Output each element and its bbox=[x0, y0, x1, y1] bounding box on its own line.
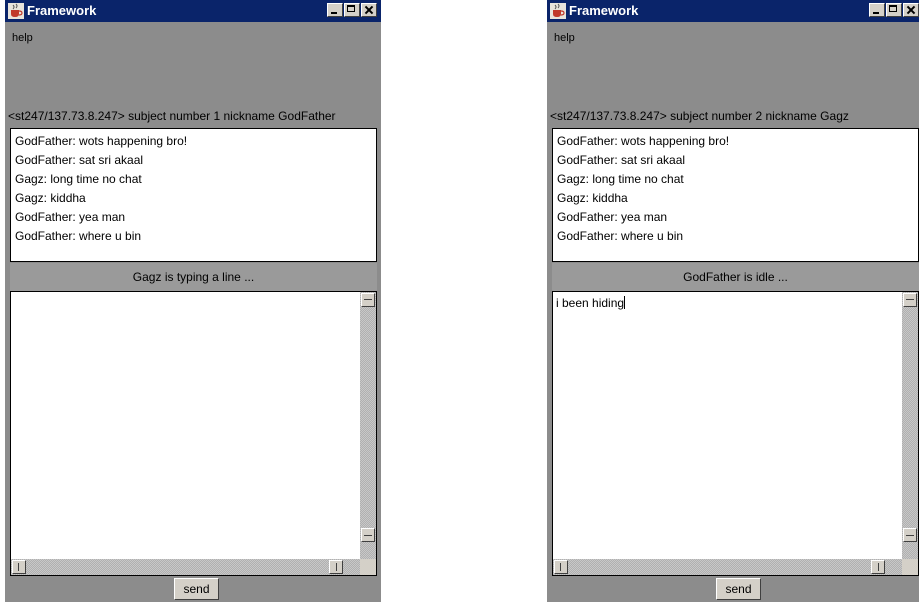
chat-message: GodFather: where u bin bbox=[15, 229, 142, 243]
window-controls bbox=[868, 3, 919, 19]
java-cup-icon bbox=[8, 3, 24, 19]
window-title: Framework bbox=[569, 3, 639, 18]
window-title: Framework bbox=[27, 3, 97, 18]
horizontal-scrollbar[interactable] bbox=[11, 559, 360, 575]
menu-help[interactable]: help bbox=[12, 32, 33, 44]
menu-bar: help bbox=[547, 22, 919, 44]
message-input[interactable] bbox=[10, 291, 377, 576]
text-cursor bbox=[624, 296, 626, 309]
chat-log[interactable]: GodFather: wots happening bro! GodFather… bbox=[10, 128, 377, 262]
chat-window-subject-1: Framework help <st247/137.73.8.247> subj… bbox=[5, 0, 381, 602]
scroll-right-button[interactable] bbox=[871, 560, 885, 574]
menu-bar: help bbox=[5, 22, 381, 44]
send-button[interactable]: send bbox=[716, 578, 761, 600]
close-icon[interactable] bbox=[903, 3, 919, 17]
minimize-icon[interactable] bbox=[327, 3, 343, 17]
chat-message: Gagz: long time no chat bbox=[15, 172, 142, 186]
chat-message: GodFather: sat sri akaal bbox=[557, 153, 686, 167]
maximize-icon[interactable] bbox=[886, 3, 902, 17]
message-input[interactable]: i been hiding bbox=[552, 291, 919, 576]
typing-status: GodFather is idle ... bbox=[552, 263, 919, 291]
chat-message: GodFather: wots happening bro! bbox=[557, 134, 730, 148]
vertical-scrollbar[interactable] bbox=[902, 292, 918, 559]
chat-message: Gagz: kiddha bbox=[15, 191, 86, 205]
chat-message: GodFather: sat sri akaal bbox=[15, 153, 144, 167]
menu-help[interactable]: help bbox=[554, 32, 575, 44]
chat-message: GodFather: where u bin bbox=[557, 229, 684, 243]
message-input-value: i been hiding bbox=[556, 296, 625, 310]
java-cup-icon bbox=[550, 3, 566, 19]
scroll-down-button[interactable] bbox=[903, 528, 917, 542]
horizontal-scrollbar[interactable] bbox=[553, 559, 902, 575]
typing-status: Gagz is typing a line ... bbox=[10, 263, 377, 291]
scroll-right-button[interactable] bbox=[329, 560, 343, 574]
chat-log[interactable]: GodFather: wots happening bro! GodFather… bbox=[552, 128, 919, 262]
scroll-up-button[interactable] bbox=[903, 293, 917, 307]
scroll-down-button[interactable] bbox=[361, 528, 375, 542]
chat-window-subject-2: Framework help <st247/137.73.8.247> subj… bbox=[547, 0, 919, 602]
subject-info: <st247/137.73.8.247> subject number 1 ni… bbox=[8, 109, 336, 123]
title-bar[interactable]: Framework bbox=[547, 0, 919, 22]
chat-message: GodFather: yea man bbox=[15, 210, 126, 224]
chat-message: GodFather: wots happening bro! bbox=[15, 134, 188, 148]
scroll-left-button[interactable] bbox=[554, 560, 568, 574]
subject-info: <st247/137.73.8.247> subject number 2 ni… bbox=[550, 109, 849, 123]
send-button[interactable]: send bbox=[174, 578, 219, 600]
scroll-up-button[interactable] bbox=[361, 293, 375, 307]
scroll-corner bbox=[902, 559, 918, 575]
minimize-icon[interactable] bbox=[869, 3, 885, 17]
window-controls bbox=[326, 3, 377, 19]
chat-message: GodFather: yea man bbox=[557, 210, 668, 224]
title-bar[interactable]: Framework bbox=[5, 0, 381, 22]
vertical-scrollbar[interactable] bbox=[360, 292, 376, 559]
message-input-text: i been hiding bbox=[556, 295, 626, 311]
chat-message: Gagz: long time no chat bbox=[557, 172, 684, 186]
close-icon[interactable] bbox=[361, 3, 377, 17]
chat-message: Gagz: kiddha bbox=[557, 191, 628, 205]
maximize-icon[interactable] bbox=[344, 3, 360, 17]
scroll-corner bbox=[360, 559, 376, 575]
scroll-left-button[interactable] bbox=[12, 560, 26, 574]
